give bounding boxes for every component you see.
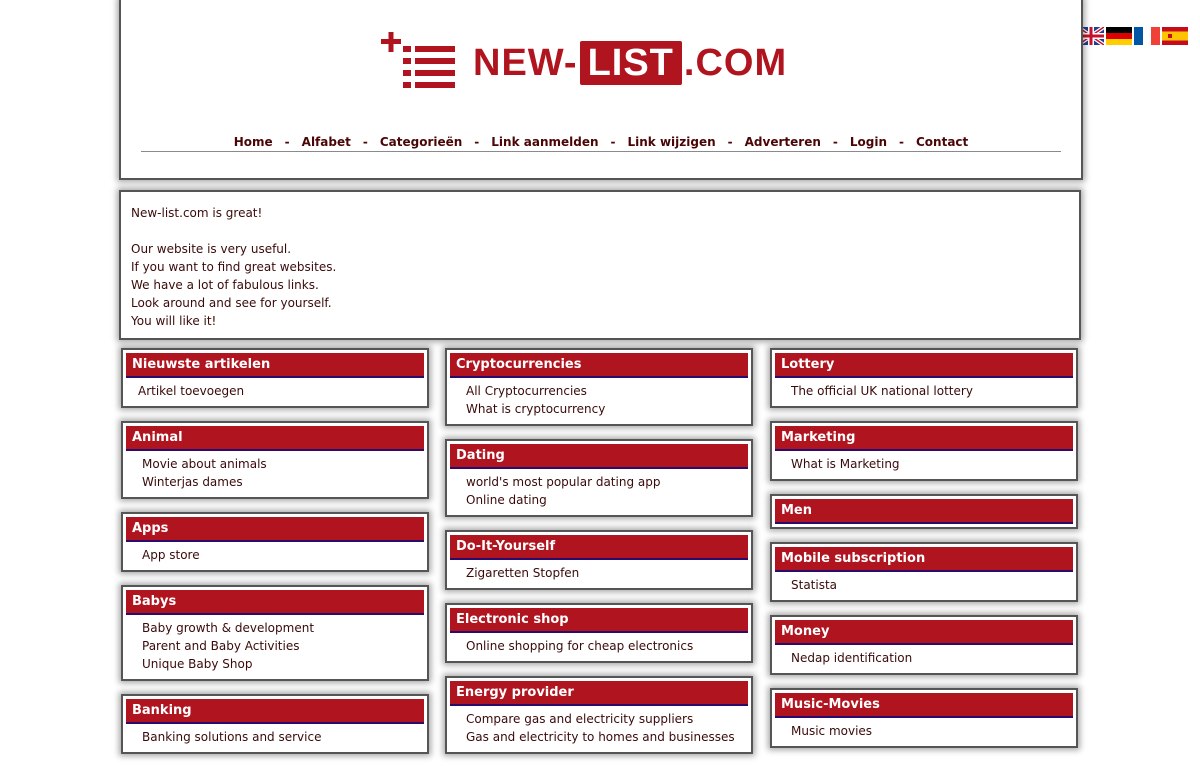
category-link[interactable]: What is Marketing — [791, 455, 1065, 473]
nav-adverteren[interactable]: Adverteren — [745, 135, 821, 149]
category-box-music-movies: Music-Movies Music movies — [770, 688, 1078, 748]
site-header: NEW- LIST .COM Home - Alfabet - Categorieën -… — [119, 0, 1083, 180]
category-title[interactable]: Money — [775, 620, 1073, 645]
category-link[interactable]: Online shopping for cheap electronics — [466, 637, 740, 655]
category-link[interactable]: Gas and electricity to homes and busines… — [466, 728, 740, 746]
nav-separator: - — [284, 135, 290, 149]
category-link[interactable]: Artikel toevoegen — [138, 382, 416, 400]
site-logo[interactable]: NEW- LIST .COM — [381, 32, 787, 94]
category-link[interactable]: What is cryptocurrency — [466, 400, 740, 418]
category-title[interactable]: Energy provider — [450, 681, 748, 706]
category-box-banking: Banking Banking solutions and service — [121, 694, 429, 754]
category-title[interactable]: Babys — [126, 590, 424, 615]
category-box-energy-provider: Energy provider Compare gas and electric… — [445, 676, 753, 754]
category-title[interactable]: Banking — [126, 699, 424, 724]
nav-categorieen[interactable]: Categorieën — [380, 135, 462, 149]
category-title[interactable]: Dating — [450, 444, 748, 469]
nav-alfabet[interactable]: Alfabet — [302, 135, 351, 149]
category-box-do-it-yourself: Do-It-Yourself Zigaretten Stopfen — [445, 530, 753, 590]
category-box-nieuwste-artikelen: Nieuwste artikelen Artikel toevoegen — [121, 348, 429, 408]
logo-wordmark: NEW- LIST .COM — [473, 41, 787, 85]
nav-login[interactable]: Login — [850, 135, 887, 149]
category-link[interactable]: All Cryptocurrencies — [466, 382, 740, 400]
category-link[interactable]: Zigaretten Stopfen — [466, 564, 740, 582]
category-column-2: Cryptocurrencies All Cryptocurrencies Wh… — [445, 348, 753, 767]
category-box-animal: Animal Movie about animals Winterjas dam… — [121, 421, 429, 499]
category-link[interactable]: Movie about animals — [142, 455, 416, 473]
category-link[interactable]: Winterjas dames — [142, 473, 416, 491]
spanish-flag-icon[interactable] — [1162, 27, 1188, 45]
logo-box: LIST — [579, 41, 682, 85]
category-link[interactable]: Statista — [791, 576, 1065, 594]
nav-separator: - — [362, 135, 368, 149]
category-title[interactable]: Marketing — [775, 426, 1073, 451]
category-title[interactable]: Lottery — [775, 353, 1073, 378]
logo-prefix: NEW- — [473, 41, 578, 84]
category-box-dating: Dating world's most popular dating app O… — [445, 439, 753, 517]
category-box-lottery: Lottery The official UK national lottery — [770, 348, 1078, 408]
category-title[interactable]: Animal — [126, 426, 424, 451]
category-column-1: Nieuwste artikelen Artikel toevoegen Ani… — [121, 348, 429, 767]
category-link[interactable]: App store — [142, 546, 416, 564]
intro-panel: New-list.com is great! Our website is ve… — [119, 190, 1081, 340]
category-title[interactable]: Do-It-Yourself — [450, 535, 748, 560]
intro-line: If you want to find great websites. — [131, 260, 337, 274]
nav-separator: - — [727, 135, 733, 149]
category-box-cryptocurrencies: Cryptocurrencies All Cryptocurrencies Wh… — [445, 348, 753, 426]
language-selector — [1078, 27, 1188, 45]
nav-separator: - — [899, 135, 904, 149]
category-link[interactable]: Nedap identification — [791, 649, 1065, 667]
intro-line: We have a lot of fabulous links. — [131, 278, 319, 292]
intro-line: New-list.com is great! — [131, 206, 263, 220]
category-column-3: Lottery The official UK national lottery… — [770, 348, 1078, 761]
category-link[interactable]: Compare gas and electricity suppliers — [466, 710, 740, 728]
german-flag-icon[interactable] — [1106, 27, 1132, 45]
list-plus-icon — [381, 32, 455, 88]
main-nav: Home - Alfabet - Categorieën - Link aanmelden -… — [141, 135, 1061, 152]
category-title[interactable]: Nieuwste artikelen — [126, 353, 424, 378]
nav-separator: - — [610, 135, 616, 149]
intro-line: Our website is very useful. — [131, 242, 292, 256]
intro-line: You will like it! — [131, 314, 217, 328]
nav-link-aanmelden[interactable]: Link aanmelden — [491, 135, 598, 149]
category-box-men: Men — [770, 494, 1078, 529]
nav-separator: - — [474, 135, 480, 149]
category-title[interactable]: Electronic shop — [450, 608, 748, 633]
category-box-mobile-subscription: Mobile subscription Statista — [770, 542, 1078, 602]
category-link[interactable]: world's most popular dating app — [466, 473, 740, 491]
category-title[interactable]: Apps — [126, 517, 424, 542]
category-box-apps: Apps App store — [121, 512, 429, 572]
category-title[interactable]: Music-Movies — [775, 693, 1073, 718]
category-link[interactable]: Music movies — [791, 722, 1065, 740]
category-box-marketing: Marketing What is Marketing — [770, 421, 1078, 481]
category-link[interactable]: Online dating — [466, 491, 740, 509]
intro-line: Look around and see for yourself. — [131, 296, 332, 310]
nav-contact[interactable]: Contact — [916, 135, 968, 149]
nav-home[interactable]: Home — [234, 135, 273, 149]
intro-blank-line — [131, 222, 336, 240]
french-flag-icon[interactable] — [1134, 27, 1160, 45]
category-title[interactable]: Men — [775, 499, 1073, 524]
category-box-electronic-shop: Electronic shop Online shopping for chea… — [445, 603, 753, 663]
category-link[interactable]: The official UK national lottery — [791, 382, 1065, 400]
category-link[interactable]: Parent and Baby Activities — [142, 637, 416, 655]
nav-link-wijzigen[interactable]: Link wijzigen — [628, 135, 716, 149]
category-box-money: Money Nedap identification — [770, 615, 1078, 675]
category-title[interactable]: Mobile subscription — [775, 547, 1073, 572]
logo-suffix: .COM — [683, 41, 788, 84]
category-link[interactable]: Banking solutions and service — [142, 728, 416, 746]
nav-separator: - — [832, 135, 838, 149]
category-link[interactable]: Baby growth & development — [142, 619, 416, 637]
category-title[interactable]: Cryptocurrencies — [450, 353, 748, 378]
category-box-babys: Babys Baby growth & development Parent a… — [121, 585, 429, 681]
category-link[interactable]: Unique Baby Shop — [142, 655, 416, 673]
